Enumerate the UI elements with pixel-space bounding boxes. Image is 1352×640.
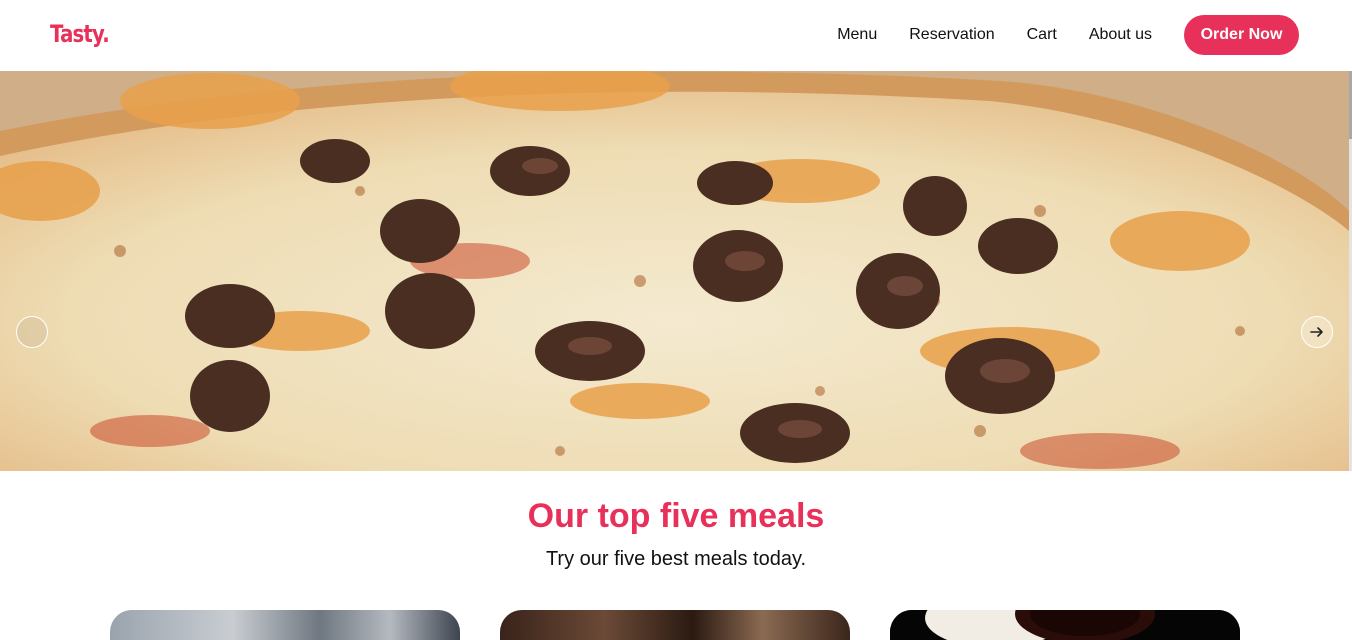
section-title: Our top five meals (527, 497, 825, 535)
meal-card-3-image (890, 610, 1240, 640)
hero-pizza-image (0, 71, 1349, 471)
meal-card-1[interactable] (110, 610, 460, 640)
brand-logo[interactable]: Tasty. (50, 20, 110, 48)
carousel-prev-button[interactable] (16, 316, 48, 348)
order-now-button[interactable]: Order Now (1184, 15, 1299, 55)
site-header: Tasty. Menu Reservation Cart About us Or… (0, 0, 1352, 71)
arrow-right-icon (1310, 327, 1323, 337)
nav-cart[interactable]: Cart (1027, 26, 1057, 44)
nav-about-us[interactable]: About us (1089, 26, 1152, 44)
hero-carousel (0, 71, 1349, 471)
nav-menu[interactable]: Menu (837, 26, 877, 44)
main-nav: Menu Reservation Cart About us Order Now (837, 15, 1299, 55)
nav-reservation[interactable]: Reservation (909, 26, 994, 44)
meal-card-2[interactable] (500, 610, 850, 640)
carousel-next-button[interactable] (1301, 316, 1333, 348)
meal-card-3[interactable] (890, 610, 1240, 640)
section-subtitle: Try our five best meals today. (545, 548, 807, 570)
